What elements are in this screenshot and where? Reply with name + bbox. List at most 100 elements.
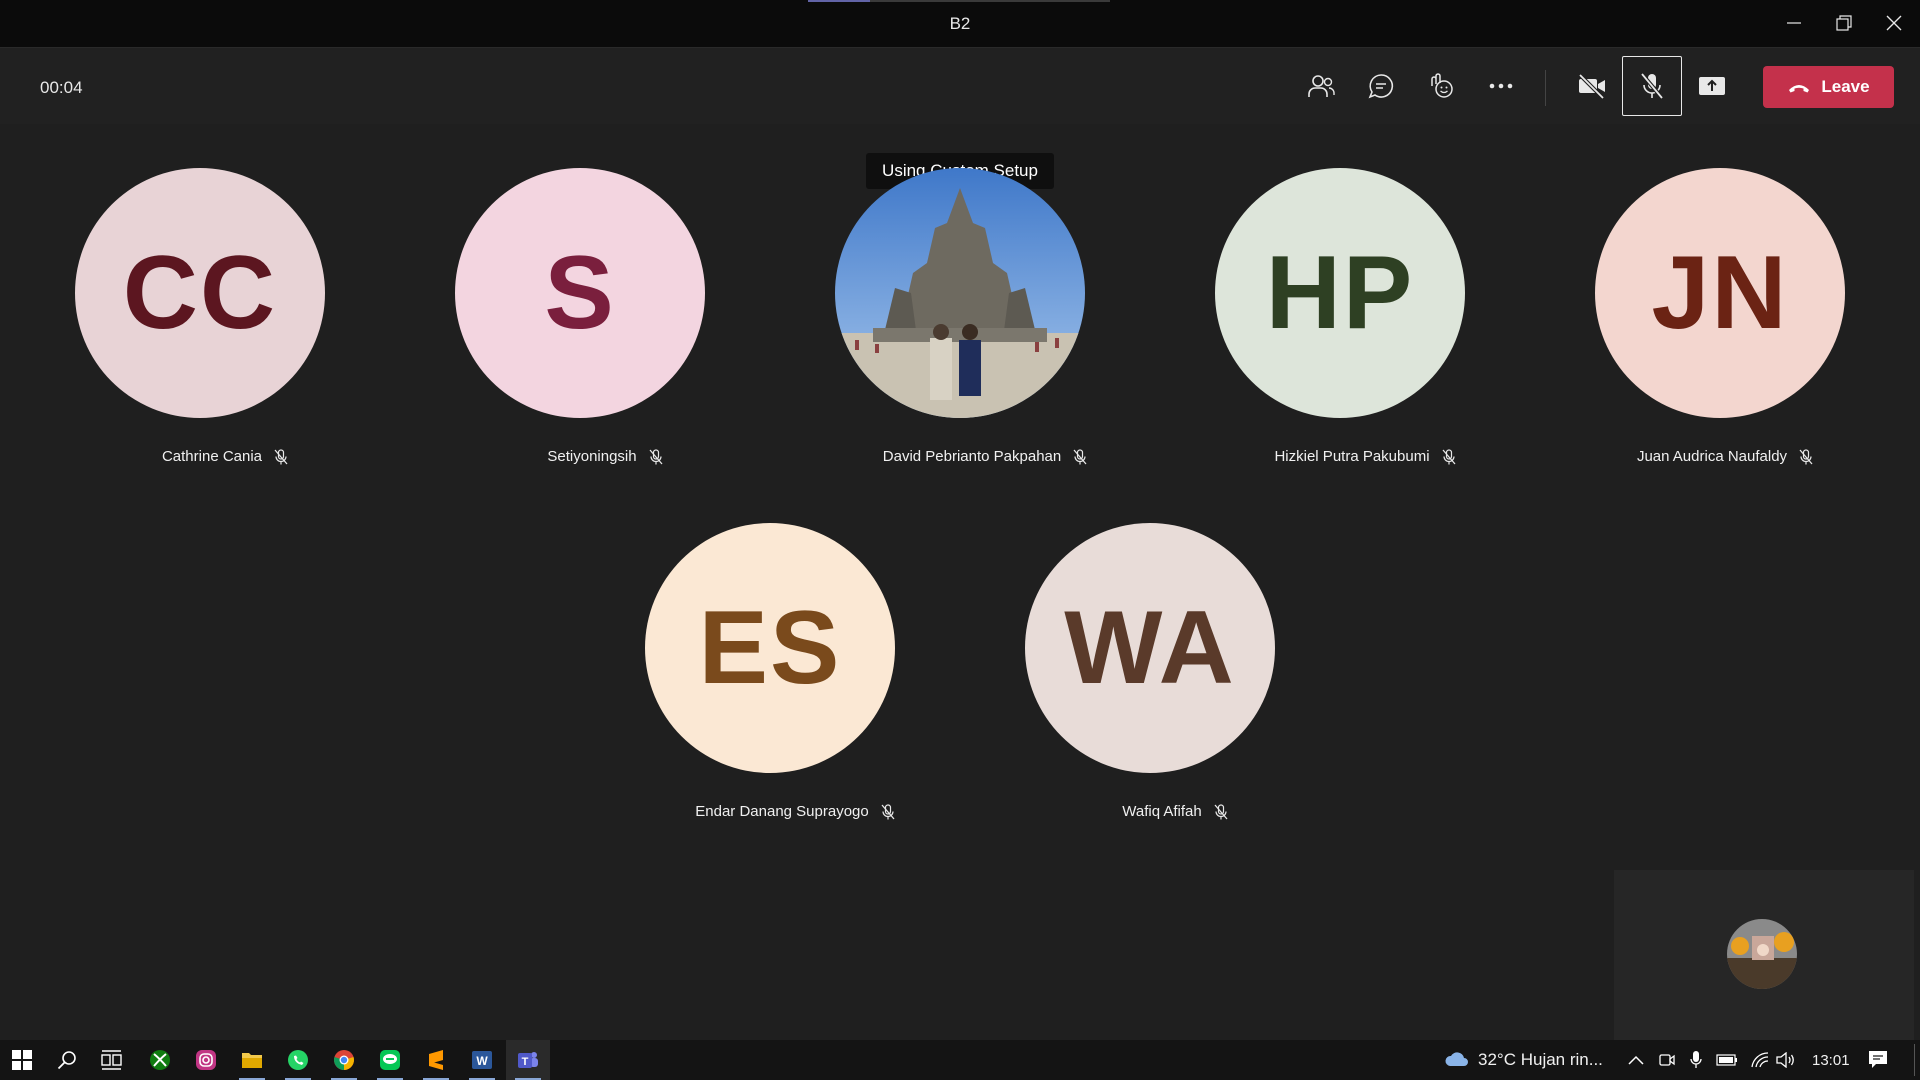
- taskbar: W T 32°C Hujan rin... 13:01: [0, 1040, 1920, 1080]
- participant-tile[interactable]: S Setiyoningsih: [405, 168, 705, 488]
- meet-now-icon: [1659, 1054, 1675, 1066]
- mic-muted-icon: [1073, 448, 1087, 464]
- chat-icon: [1368, 74, 1394, 99]
- self-view-panel[interactable]: [1614, 870, 1914, 1040]
- participant-name: Cathrine Cania: [161, 448, 263, 465]
- avatar: JN: [1595, 168, 1845, 418]
- mic-muted-icon: [274, 448, 288, 464]
- hang-up-icon: [1789, 85, 1810, 93]
- share-screen-icon: [1699, 77, 1725, 95]
- line-icon: [380, 1050, 400, 1070]
- minimize-icon: [1787, 22, 1801, 24]
- title-accent-bar: [808, 0, 1110, 2]
- participant-name-row: Cathrine Cania: [25, 448, 425, 465]
- svg-text:W: W: [476, 1054, 488, 1068]
- mic-off-icon: [1640, 72, 1664, 100]
- toolbar-separator: [1545, 70, 1546, 106]
- tray-battery[interactable]: [1716, 1040, 1738, 1080]
- camera-off-icon: [1578, 73, 1605, 99]
- mic-muted-icon: [1442, 448, 1456, 464]
- xbox-icon: [150, 1050, 170, 1070]
- leave-label: Leave: [1821, 77, 1870, 96]
- participant-name-row: Endar Danang Suprayogo: [595, 803, 995, 820]
- show-desktop-button[interactable]: [1914, 1044, 1915, 1076]
- weather-text: 32°C Hujan rin...: [1478, 1050, 1603, 1069]
- self-avatar: [1727, 919, 1797, 989]
- avatar: ES: [645, 523, 895, 773]
- chat-button[interactable]: [1351, 56, 1411, 116]
- task-view-button[interactable]: [90, 1040, 134, 1080]
- volume-icon: [1776, 1052, 1794, 1068]
- participant-name-row: Setiyoningsih: [405, 448, 805, 465]
- avatar: WA: [1025, 523, 1275, 773]
- tray-microphone[interactable]: [1689, 1040, 1703, 1080]
- teams-icon: T: [518, 1052, 538, 1068]
- taskbar-app-instagram[interactable]: [184, 1040, 228, 1080]
- search-icon: [57, 1051, 76, 1070]
- close-button[interactable]: [1874, 8, 1914, 38]
- taskbar-app-sublime-text[interactable]: [414, 1040, 458, 1080]
- leave-button[interactable]: Leave: [1763, 66, 1894, 108]
- taskbar-app-xbox[interactable]: [138, 1040, 182, 1080]
- more-options-button[interactable]: [1471, 56, 1531, 116]
- mic-muted-icon: [1799, 448, 1813, 464]
- notifications-icon: [1869, 1051, 1887, 1068]
- tray-wifi[interactable]: [1750, 1040, 1770, 1080]
- participants-icon: [1308, 75, 1335, 97]
- participant-tile[interactable]: David Pebrianto Pakpahan: [785, 168, 1087, 488]
- share-screen-button[interactable]: [1682, 56, 1742, 116]
- svg-text:T: T: [522, 1056, 529, 1068]
- mic-muted-icon: [1214, 803, 1228, 819]
- participant-name: Juan Audrica Naufaldy: [1636, 448, 1788, 465]
- meeting-timer: 00:04: [40, 78, 83, 97]
- minimize-button[interactable]: [1774, 8, 1814, 38]
- participant-tile[interactable]: HP Hizkiel Putra Pakubumi: [1165, 168, 1465, 488]
- participant-tile[interactable]: CC Cathrine Cania: [25, 168, 325, 488]
- start-button[interactable]: [0, 1040, 44, 1080]
- window-title: B2: [949, 14, 971, 33]
- participant-tile[interactable]: JN Juan Audrica Naufaldy: [1545, 168, 1845, 488]
- title-bar: B2: [0, 0, 1920, 48]
- mic-muted-icon: [881, 803, 895, 819]
- participant-name-row: Wafiq Afifah: [975, 803, 1375, 820]
- task-view-icon: [101, 1050, 122, 1070]
- clock[interactable]: 13:01: [1812, 1040, 1850, 1080]
- tray-meet-now[interactable]: [1658, 1040, 1676, 1080]
- word-icon: W: [472, 1051, 492, 1069]
- instagram-icon: [196, 1050, 216, 1070]
- taskbar-app-whatsapp[interactable]: [276, 1040, 320, 1080]
- windows-start-icon: [12, 1050, 32, 1070]
- participant-tile[interactable]: ES Endar Danang Suprayogo: [595, 523, 895, 843]
- battery-icon: [1716, 1054, 1737, 1066]
- taskbar-app-line[interactable]: [368, 1040, 412, 1080]
- tray-volume[interactable]: [1776, 1040, 1796, 1080]
- weather-cloud-rain-icon: [1445, 1052, 1468, 1066]
- mic-muted-icon: [649, 448, 663, 464]
- participants-button[interactable]: [1291, 56, 1351, 116]
- participant-name: Hizkiel Putra Pakubumi: [1274, 448, 1430, 465]
- reactions-button[interactable]: [1411, 56, 1471, 116]
- participant-name-row: Hizkiel Putra Pakubumi: [1165, 448, 1565, 465]
- restore-button[interactable]: [1824, 8, 1864, 38]
- mic-toggle-button[interactable]: [1622, 56, 1682, 116]
- temple-photo: [835, 168, 1085, 418]
- restore-icon: [1836, 15, 1852, 31]
- search-button[interactable]: [45, 1040, 89, 1080]
- file-explorer-icon: [242, 1053, 262, 1068]
- tray-overflow-button[interactable]: [1628, 1040, 1644, 1080]
- participant-name-row: Juan Audrica Naufaldy: [1525, 448, 1920, 465]
- taskbar-app-chrome[interactable]: [322, 1040, 366, 1080]
- close-icon: [1886, 15, 1902, 31]
- taskbar-app-word[interactable]: W: [460, 1040, 504, 1080]
- taskbar-app-file-explorer[interactable]: [230, 1040, 274, 1080]
- action-center-button[interactable]: [1868, 1040, 1888, 1080]
- participant-tile[interactable]: WA Wafiq Afifah: [975, 523, 1275, 843]
- camera-toggle-button[interactable]: [1562, 56, 1622, 116]
- participant-name: Setiyoningsih: [547, 448, 637, 465]
- avatar-photo: [835, 168, 1085, 418]
- participant-name-row: David Pebrianto Pakpahan: [785, 448, 1185, 465]
- taskbar-app-teams[interactable]: T: [506, 1040, 550, 1080]
- microphone-icon: [1690, 1051, 1702, 1068]
- avatar: HP: [1215, 168, 1465, 418]
- weather-widget[interactable]: 32°C Hujan rin...: [1444, 1040, 1603, 1080]
